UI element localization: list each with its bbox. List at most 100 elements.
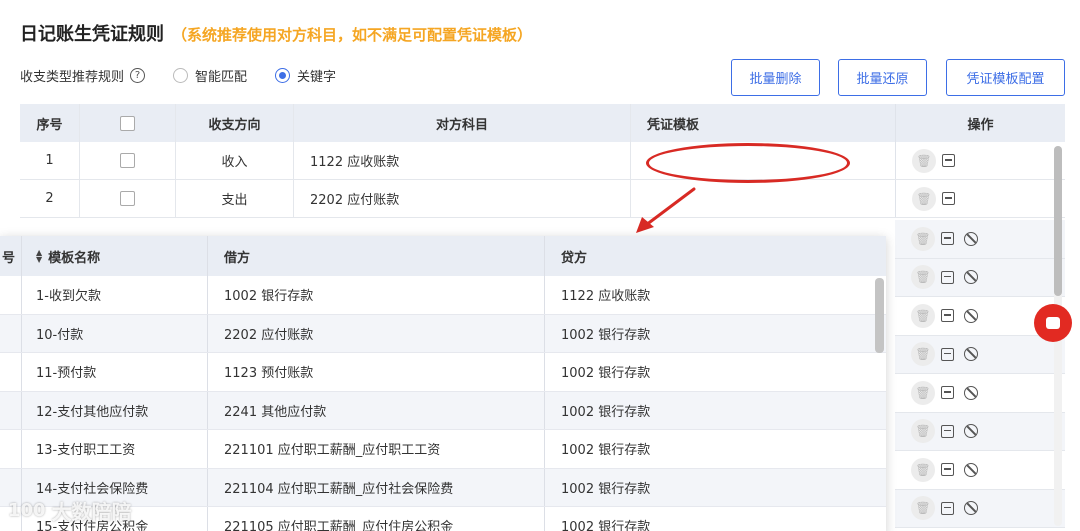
annotation-oval: [646, 143, 850, 183]
trash-icon[interactable]: 🗑: [911, 457, 935, 482]
chat-icon: [1046, 317, 1060, 329]
option-num: [0, 353, 22, 391]
radio-label: 关键字: [297, 70, 337, 85]
trash-icon[interactable]: 🗑: [911, 496, 935, 521]
disable-icon[interactable]: [964, 347, 978, 362]
dropdown-option[interactable]: 1-收到欠款 1002 银行存款 1122 应收账款: [0, 276, 886, 315]
document-icon[interactable]: [942, 192, 955, 205]
page-header: 日记账生凭证规则 （系统推荐使用对方科目，如不满足可配置凭证模板）: [20, 20, 532, 46]
floating-chat-button[interactable]: [1034, 304, 1072, 342]
col-num: 号: [0, 236, 22, 276]
dropdown-scrollbar-thumb[interactable]: [875, 278, 884, 353]
option-credit: 1002 银行存款: [561, 481, 651, 497]
disable-icon[interactable]: [964, 308, 978, 323]
row-checkbox[interactable]: [120, 153, 135, 168]
action-row: 🗑: [895, 335, 1065, 374]
row-checkbox-cell: [80, 142, 176, 179]
disable-icon[interactable]: [964, 385, 978, 400]
option-name: 13-支付职工工资: [22, 430, 208, 468]
action-row: 🗑: [895, 374, 1065, 413]
trash-icon[interactable]: 🗑: [912, 186, 936, 211]
row-actions: 🗑: [895, 180, 1065, 217]
document-icon[interactable]: [941, 347, 954, 361]
option-num: [0, 430, 22, 468]
row-checkbox[interactable]: [120, 191, 135, 206]
table-row: 1 收入 1122 应收账款 🗑: [20, 142, 1065, 180]
col-account: 对方科目: [294, 104, 631, 142]
radio-dot[interactable]: [173, 68, 189, 83]
select-all-checkbox[interactable]: [120, 115, 135, 131]
radio-keyword[interactable]: 关键字: [275, 66, 336, 85]
row-direction: 收入: [176, 142, 294, 179]
option-credit: 1122 应收账款: [561, 289, 651, 305]
disable-icon[interactable]: [964, 424, 978, 439]
question-circle-icon[interactable]: ?: [130, 68, 146, 83]
trash-icon[interactable]: 🗑: [911, 419, 935, 444]
disable-icon[interactable]: [964, 270, 978, 285]
option-name: 1-收到欠款: [22, 276, 208, 314]
dropdown-option[interactable]: 11-预付款 1123 预付账款 1002 银行存款: [0, 353, 886, 392]
batch-restore-button[interactable]: 批量还原: [838, 59, 927, 96]
actions-column: 🗑 🗑 🗑 🗑 🗑 🗑 🗑 🗑: [895, 220, 1065, 528]
col-select-all: [80, 104, 176, 142]
dropdown-option[interactable]: 10-付款 2202 应付账款 1002 银行存款: [0, 314, 886, 353]
row-account: 2202 应付账款: [294, 180, 631, 217]
option-name: 12-支付其他应付款: [22, 391, 208, 429]
dropdown-option[interactable]: 15-支付住房公积金 221105 应付职工薪酬_应付住房公积金 1002 银行…: [0, 507, 886, 531]
option-credit: 1002 银行存款: [561, 404, 651, 420]
option-credit: 1002 银行存款: [561, 327, 651, 343]
watermark-text: 大数陪陪: [51, 500, 132, 524]
option-credit: 1002 银行存款: [561, 366, 651, 382]
disable-icon[interactable]: [964, 501, 978, 516]
option-name: 10-付款: [22, 314, 208, 352]
scrollbar-thumb[interactable]: [1054, 146, 1062, 296]
option-debit: 221105 应付职工薪酬_应付住房公积金: [208, 507, 545, 531]
trash-icon[interactable]: 🗑: [911, 226, 935, 251]
template-dropdown: 号 ▲ ▼ 模板名称 借方 贷方 1-收到欠款 1002 银行存款 1122 应收…: [0, 236, 886, 531]
row-seq: 1: [20, 142, 80, 179]
option-num: [0, 314, 22, 352]
disable-icon[interactable]: [964, 231, 978, 246]
trash-icon[interactable]: 🗑: [911, 380, 935, 405]
sort-icon[interactable]: ▲ ▼: [36, 249, 42, 264]
rule-label: 收支类型推荐规则: [20, 70, 125, 85]
option-debit: 1002 银行存款: [208, 276, 545, 314]
option-debit: 2202 应付账款: [208, 314, 545, 352]
document-icon[interactable]: [941, 270, 954, 284]
radio-smart-match[interactable]: 智能匹配: [173, 66, 247, 85]
disable-icon[interactable]: [964, 462, 978, 477]
trash-icon[interactable]: 🗑: [911, 342, 935, 367]
trash-icon[interactable]: 🗑: [911, 303, 935, 328]
dropdown-option[interactable]: 13-支付职工工资 221101 应付职工薪酬_应付职工工资 1002 银行存款: [0, 430, 886, 469]
document-icon[interactable]: [941, 309, 954, 323]
dropdown-option[interactable]: 14-支付社会保险费 221104 应付职工薪酬_应付社会保险费 1002 银行…: [0, 468, 886, 507]
col-credit: 贷方: [561, 250, 588, 266]
document-icon[interactable]: [941, 424, 954, 438]
col-direction: 收支方向: [176, 104, 294, 142]
batch-delete-button[interactable]: 批量删除: [731, 59, 820, 96]
option-credit: 1002 银行存款: [561, 443, 651, 459]
trash-icon[interactable]: 🗑: [912, 148, 936, 173]
col-template: 凭证模板: [647, 117, 700, 133]
rules-table: 序号 收支方向 对方科目 凭证模板 操作 1 收入 1122 应收账款 🗑 2 …: [20, 104, 1065, 218]
col-template-name[interactable]: ▲ ▼ 模板名称: [22, 236, 208, 276]
option-num: [0, 391, 22, 429]
trash-icon[interactable]: 🗑: [911, 265, 935, 290]
document-icon[interactable]: [941, 386, 954, 400]
action-row: 🗑: [895, 451, 1065, 490]
row-account: 1122 应收账款: [294, 142, 631, 179]
document-icon[interactable]: [941, 463, 954, 477]
dropdown-option[interactable]: 12-支付其他应付款 2241 其他应付款 1002 银行存款: [0, 391, 886, 430]
document-icon[interactable]: [941, 232, 954, 246]
radio-dot-selected[interactable]: [275, 68, 291, 83]
template-config-button[interactable]: 凭证模板配置: [946, 59, 1065, 96]
action-row: 🗑: [895, 220, 1065, 259]
watermark: 100 大数陪陪: [8, 496, 132, 525]
document-icon[interactable]: [942, 154, 955, 167]
table-header: 序号 收支方向 对方科目 凭证模板 操作: [20, 104, 1065, 142]
option-name: 11-预付款: [22, 353, 208, 391]
dropdown-header: 号 ▲ ▼ 模板名称 借方 贷方: [0, 236, 886, 276]
col-actions: 操作: [895, 104, 1065, 142]
document-icon[interactable]: [941, 501, 954, 515]
option-debit: 2241 其他应付款: [208, 391, 545, 429]
